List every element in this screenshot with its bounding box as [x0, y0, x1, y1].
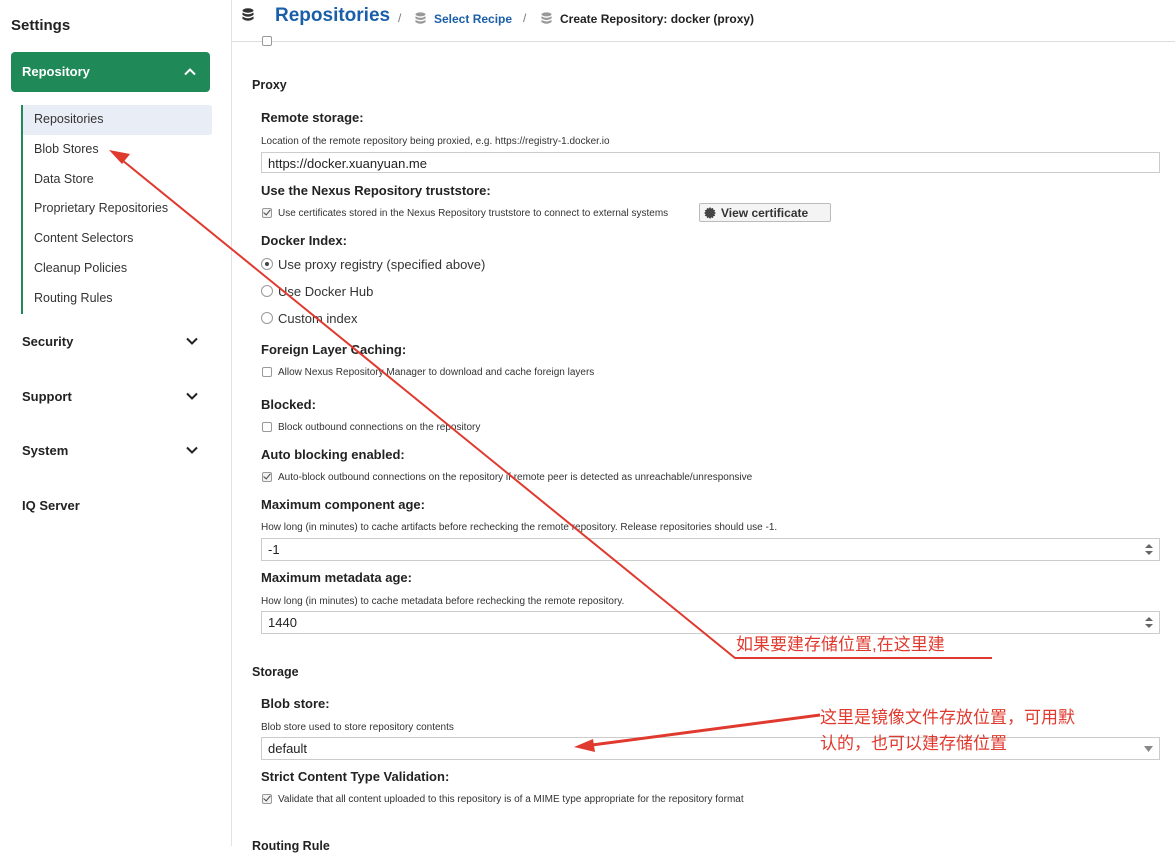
sidebar-section-support[interactable]: Support: [22, 389, 198, 404]
max-component-age-input[interactable]: -1: [261, 538, 1160, 561]
auto-blocking-label: Auto blocking enabled:: [261, 447, 405, 462]
truststore-checkbox[interactable]: [262, 208, 272, 218]
docker-index-option-label: Use Docker Hub: [278, 284, 374, 299]
chevron-up-icon: [184, 68, 196, 76]
sidebar-section-label: Security: [22, 334, 74, 349]
breadcrumb-separator: /: [523, 11, 527, 25]
annotation-note-blob-store-line2: 认的，也可以建存储位置: [820, 734, 1007, 753]
truststore-checkbox-label: Use certificates stored in the Nexus Rep…: [278, 208, 669, 219]
repository-subnav: Repositories Blob Stores Data Store Prop…: [21, 105, 212, 314]
database-icon: [415, 12, 426, 24]
auto-blocking-checkbox-label: Auto-block outbound connections on the r…: [278, 472, 753, 483]
certificate-icon: [704, 207, 716, 219]
auto-blocking-checkbox[interactable]: [262, 472, 272, 482]
sidebar-item-repositories[interactable]: Repositories: [23, 105, 212, 135]
sidebar-item-proprietary-repositories[interactable]: Proprietary Repositories: [23, 194, 212, 224]
max-component-age-label: Maximum component age:: [261, 497, 425, 512]
max-metadata-age-input[interactable]: 1440: [261, 611, 1160, 634]
foreign-layer-checkbox-label: Allow Nexus Repository Manager to downlo…: [278, 367, 595, 378]
breadcrumb-separator: /: [398, 11, 402, 25]
chevron-down-icon: [186, 392, 198, 400]
annotation-note-blob-stores: 如果要建存储位置,在这里建: [736, 635, 945, 654]
strict-content-checkbox[interactable]: [262, 794, 272, 804]
spinner-arrows-icon[interactable]: [1145, 616, 1153, 629]
blob-store-help: Blob store used to store repository cont…: [261, 722, 454, 733]
sidebar-item-data-store[interactable]: Data Store: [23, 165, 212, 195]
docker-index-option-label: Use proxy registry (specified above): [278, 257, 486, 272]
sidebar-item-blob-stores[interactable]: Blob Stores: [23, 135, 212, 165]
database-icon: [242, 8, 254, 21]
breadcrumb-repositories-link[interactable]: Repositories: [275, 5, 390, 27]
section-title-routing-rule: Routing Rule: [252, 839, 330, 853]
sidebar-section-system[interactable]: System: [22, 443, 198, 458]
spinner-arrows-icon[interactable]: [1145, 543, 1153, 556]
blocked-checkbox[interactable]: [262, 422, 272, 432]
blocked-checkbox-label: Block outbound connections on the reposi…: [278, 422, 481, 433]
sidebar-title: Settings: [11, 17, 71, 34]
docker-index-custom-radio[interactable]: [261, 312, 273, 324]
view-certificate-button[interactable]: View certificate: [699, 203, 831, 222]
max-metadata-age-help: How long (in minutes) to cache metadata …: [261, 596, 625, 607]
docker-index-option-label: Custom index: [278, 311, 358, 326]
strict-content-label: Strict Content Type Validation:: [261, 769, 450, 784]
caret-down-icon: [1144, 746, 1153, 752]
view-certificate-label: View certificate: [721, 206, 809, 220]
remote-storage-label: Remote storage:: [261, 110, 364, 125]
sidebar-section-label: Support: [22, 389, 72, 404]
annotation-note-blob-store-line1: 这里是镜像文件存放位置，可用默: [820, 708, 1075, 727]
breadcrumb-current-page: Create Repository: docker (proxy): [560, 12, 755, 26]
foreign-layer-checkbox[interactable]: [262, 367, 272, 377]
sidebar-item-routing-rules[interactable]: Routing Rules: [23, 284, 212, 314]
breadcrumb: Repositories / Select Recipe / Create Re…: [232, 0, 1175, 42]
section-title-storage: Storage: [252, 665, 299, 679]
docker-index-proxy-radio[interactable]: [261, 258, 273, 270]
docker-index-hub-radio[interactable]: [261, 285, 273, 297]
sidebar-section-iq-server[interactable]: IQ Server: [22, 498, 198, 513]
remote-storage-input[interactable]: https://docker.xuanyuan.me: [261, 152, 1160, 173]
sidebar-section-label: System: [22, 443, 69, 458]
foreign-layer-label: Foreign Layer Caching:: [261, 342, 407, 357]
blob-store-select[interactable]: default: [261, 737, 1160, 760]
sidebar-section-repository[interactable]: Repository: [11, 52, 210, 92]
docker-index-label: Docker Index:: [261, 233, 347, 248]
checkbox[interactable]: [262, 36, 272, 46]
max-metadata-age-label: Maximum metadata age:: [261, 570, 412, 585]
sidebar-section-security[interactable]: Security: [22, 334, 198, 349]
max-component-age-help: How long (in minutes) to cache artifacts…: [261, 522, 778, 533]
remote-storage-help: Location of the remote repository being …: [261, 136, 610, 147]
sidebar-item-content-selectors[interactable]: Content Selectors: [23, 224, 212, 254]
blob-store-label: Blob store:: [261, 696, 330, 711]
sidebar-section-label: Repository: [22, 64, 90, 79]
chevron-down-icon: [186, 337, 198, 345]
database-icon: [541, 12, 552, 24]
max-component-age-value: -1: [268, 542, 280, 557]
strict-content-checkbox-label: Validate that all content uploaded to th…: [278, 794, 744, 805]
breadcrumb-select-recipe-link[interactable]: Select Recipe: [434, 12, 512, 26]
truststore-label: Use the Nexus Repository truststore:: [261, 183, 491, 198]
chevron-down-icon: [186, 446, 198, 454]
blocked-label: Blocked:: [261, 397, 316, 412]
settings-sidebar: Settings Repository Repositories Blob St…: [0, 0, 232, 846]
max-metadata-age-value: 1440: [268, 615, 297, 630]
blob-store-value: default: [268, 741, 308, 756]
sidebar-item-cleanup-policies[interactable]: Cleanup Policies: [23, 254, 212, 284]
section-title-proxy: Proxy: [252, 78, 287, 92]
sidebar-section-label: IQ Server: [22, 498, 80, 513]
